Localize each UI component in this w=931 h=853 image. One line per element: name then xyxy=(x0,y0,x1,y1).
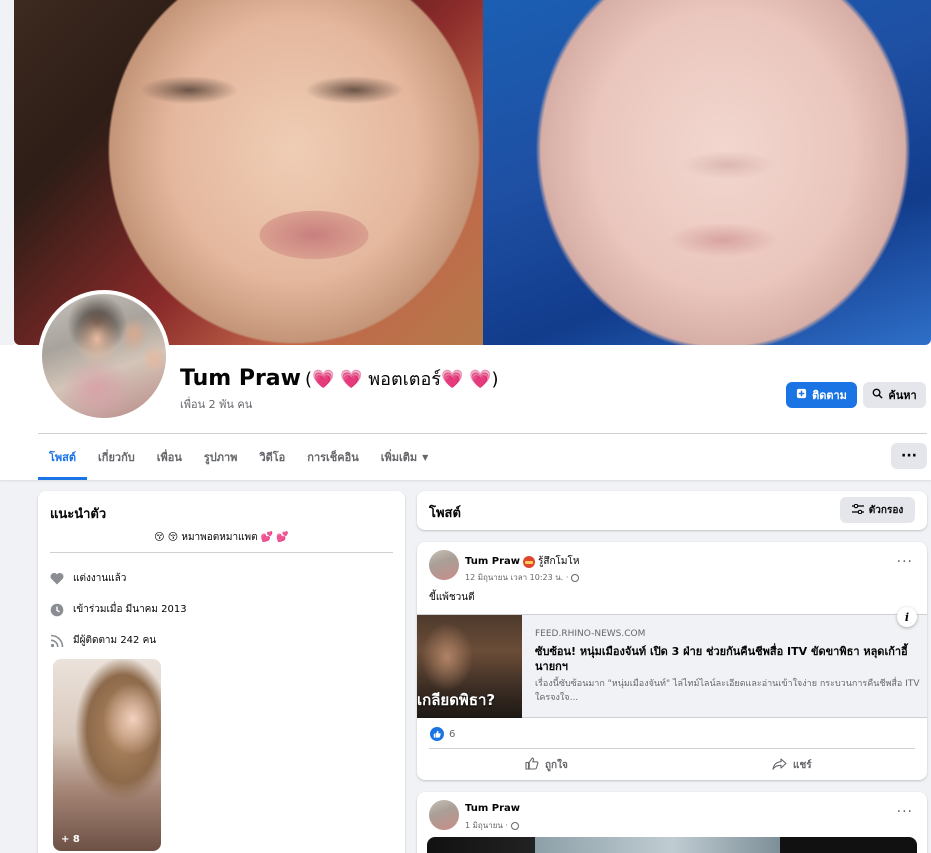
featured-photo[interactable]: + 8 xyxy=(53,659,161,851)
filter-icon xyxy=(851,503,864,517)
intro-item-followers[interactable]: มีผู้ติดตาม 242 คน xyxy=(50,633,156,648)
link-thumbnail: เกลียดพิธา? xyxy=(417,615,522,718)
search-label: ค้นหา xyxy=(888,389,917,402)
intro-divider xyxy=(50,552,393,553)
intro-item-relationship-text: แต่งงานแล้ว xyxy=(73,573,127,584)
link-domain: FEED.RHINO-NEWS.COM xyxy=(535,629,646,639)
profile-name: Tum Praw xyxy=(180,366,301,391)
post-meta: 1 มิถุนายน · xyxy=(465,819,519,832)
post-media[interactable] xyxy=(427,837,917,853)
like-button[interactable]: ถูกใจ xyxy=(525,753,568,777)
post-author-avatar[interactable] xyxy=(429,800,459,830)
cover-photo-right xyxy=(483,0,931,345)
post-timestamp[interactable]: 1 มิถุนายน · xyxy=(465,819,508,832)
search-icon xyxy=(872,388,883,402)
tab-checkins[interactable]: การเช็คอิน xyxy=(296,434,369,480)
profile-name-row: Tum Praw (💗 💗 พอตเตอร์💗 💗) xyxy=(180,364,499,393)
post-options-button[interactable]: ··· xyxy=(897,554,913,570)
post-author-name[interactable]: Tum Praw xyxy=(465,556,520,567)
filter-button[interactable]: ตัวกรอง xyxy=(840,497,915,523)
rss-icon xyxy=(50,634,64,648)
post-options-button[interactable]: ··· xyxy=(897,804,913,820)
intro-item-followers-text: มีผู้ติดตาม 242 คน xyxy=(73,635,157,646)
post-feeling: รู้สึกโมโห xyxy=(538,556,580,567)
reaction-summary[interactable]: 6 xyxy=(430,727,455,741)
link-description: เรื่องนี้ซับซ้อนมาก "หนุ่มเมืองจันท์" ไล… xyxy=(535,679,920,703)
post-card: Tum Praw รู้สึกโมโห 12 มิถุนายน เวลา 10:… xyxy=(417,542,927,780)
posts-header-title: โพสต์ xyxy=(429,506,461,521)
like-count: 6 xyxy=(449,728,456,740)
search-button[interactable]: ค้นหา xyxy=(863,382,926,408)
post-author-avatar[interactable] xyxy=(429,550,459,580)
caret-down-icon: ▼ xyxy=(422,452,429,462)
post-timestamp[interactable]: 12 มิถุนายน เวลา 10:23 น. · xyxy=(465,571,568,584)
post-text: ขี้แพ้ชวนตี xyxy=(429,592,475,603)
info-icon[interactable]: i xyxy=(897,607,917,627)
intro-bio: 😚 😚 หมาพอตหมาแพต 💕 💕 xyxy=(154,532,289,543)
intro-item-joined-text: เข้าร่วมเมื่อ มีนาคม 2013 xyxy=(73,604,187,615)
follow-label: ติดตาม xyxy=(812,389,847,402)
filter-label: ตัวกรอง xyxy=(868,504,904,516)
post-card: Tum Praw 1 มิถุนายน · ··· xyxy=(417,792,927,853)
intro-card: แนะนำตัว 😚 😚 หมาพอตหมาแพต 💕 💕 แต่งงานแล้… xyxy=(38,491,405,853)
tab-photos[interactable]: รูปภาพ xyxy=(193,434,249,480)
cover-photo[interactable] xyxy=(14,0,931,345)
thumbs-up-icon xyxy=(525,757,539,773)
link-preview[interactable]: เกลียดพิธา? FEED.RHINO-NEWS.COM ซับซ้อน!… xyxy=(417,607,927,718)
tab-more[interactable]: เพิ่มเติม ▼ xyxy=(370,434,440,480)
intro-title: แนะนำตัว xyxy=(50,507,107,522)
like-label: ถูกใจ xyxy=(545,759,568,771)
profile-tabs: โพสต์ เกี่ยวกับ เพื่อน รูปภาพ วิดีโอ การ… xyxy=(38,434,439,480)
globe-icon xyxy=(510,821,519,830)
intro-item-joined: เข้าร่วมเมื่อ มีนาคม 2013 xyxy=(50,602,187,617)
like-reaction-icon xyxy=(430,727,444,741)
follow-button[interactable]: ติดตาม xyxy=(786,382,857,408)
tab-videos[interactable]: วิดีโอ xyxy=(248,434,296,480)
clock-icon xyxy=(50,603,64,617)
featured-count: + 8 xyxy=(61,834,80,845)
post-author-row: Tum Praw xyxy=(465,803,520,814)
follow-icon xyxy=(796,388,807,402)
profile-more-button[interactable]: ··· xyxy=(891,443,927,469)
reactions-divider xyxy=(429,748,915,749)
posts-header-card: โพสต์ ตัวกรอง xyxy=(417,491,927,530)
share-button[interactable]: แชร์ xyxy=(772,753,812,777)
link-thumbnail-text: เกลียดพิธา? xyxy=(417,691,496,709)
intro-item-relationship: แต่งงานแล้ว xyxy=(50,571,126,586)
profile-alternate-name: (💗 💗 พอตเตอร์💗 💗) xyxy=(304,369,499,390)
share-icon xyxy=(772,757,787,773)
post-author-row: Tum Praw รู้สึกโมโห xyxy=(465,554,579,569)
post-author-name[interactable]: Tum Praw xyxy=(465,803,520,814)
tab-about[interactable]: เกี่ยวกับ xyxy=(87,434,146,480)
heart-icon xyxy=(50,572,64,586)
link-title: ซับซ้อน! หนุ่มเมืองจันท์ เปิด 3 ฝ่าย ช่ว… xyxy=(535,645,908,673)
globe-icon xyxy=(571,573,580,582)
profile-avatar[interactable] xyxy=(38,290,170,422)
share-label: แชร์ xyxy=(793,759,812,771)
friends-count[interactable]: เพื่อน 2 พัน คน xyxy=(180,395,252,413)
profile-header: Tum Praw (💗 💗 พอตเตอร์💗 💗) เพื่อน 2 พัน … xyxy=(0,0,931,480)
tab-posts[interactable]: โพสต์ xyxy=(38,434,88,480)
tab-friends[interactable]: เพื่อน xyxy=(146,434,193,480)
post-meta: 12 มิถุนายน เวลา 10:23 น. · xyxy=(465,571,580,584)
angry-face-icon xyxy=(523,555,535,568)
